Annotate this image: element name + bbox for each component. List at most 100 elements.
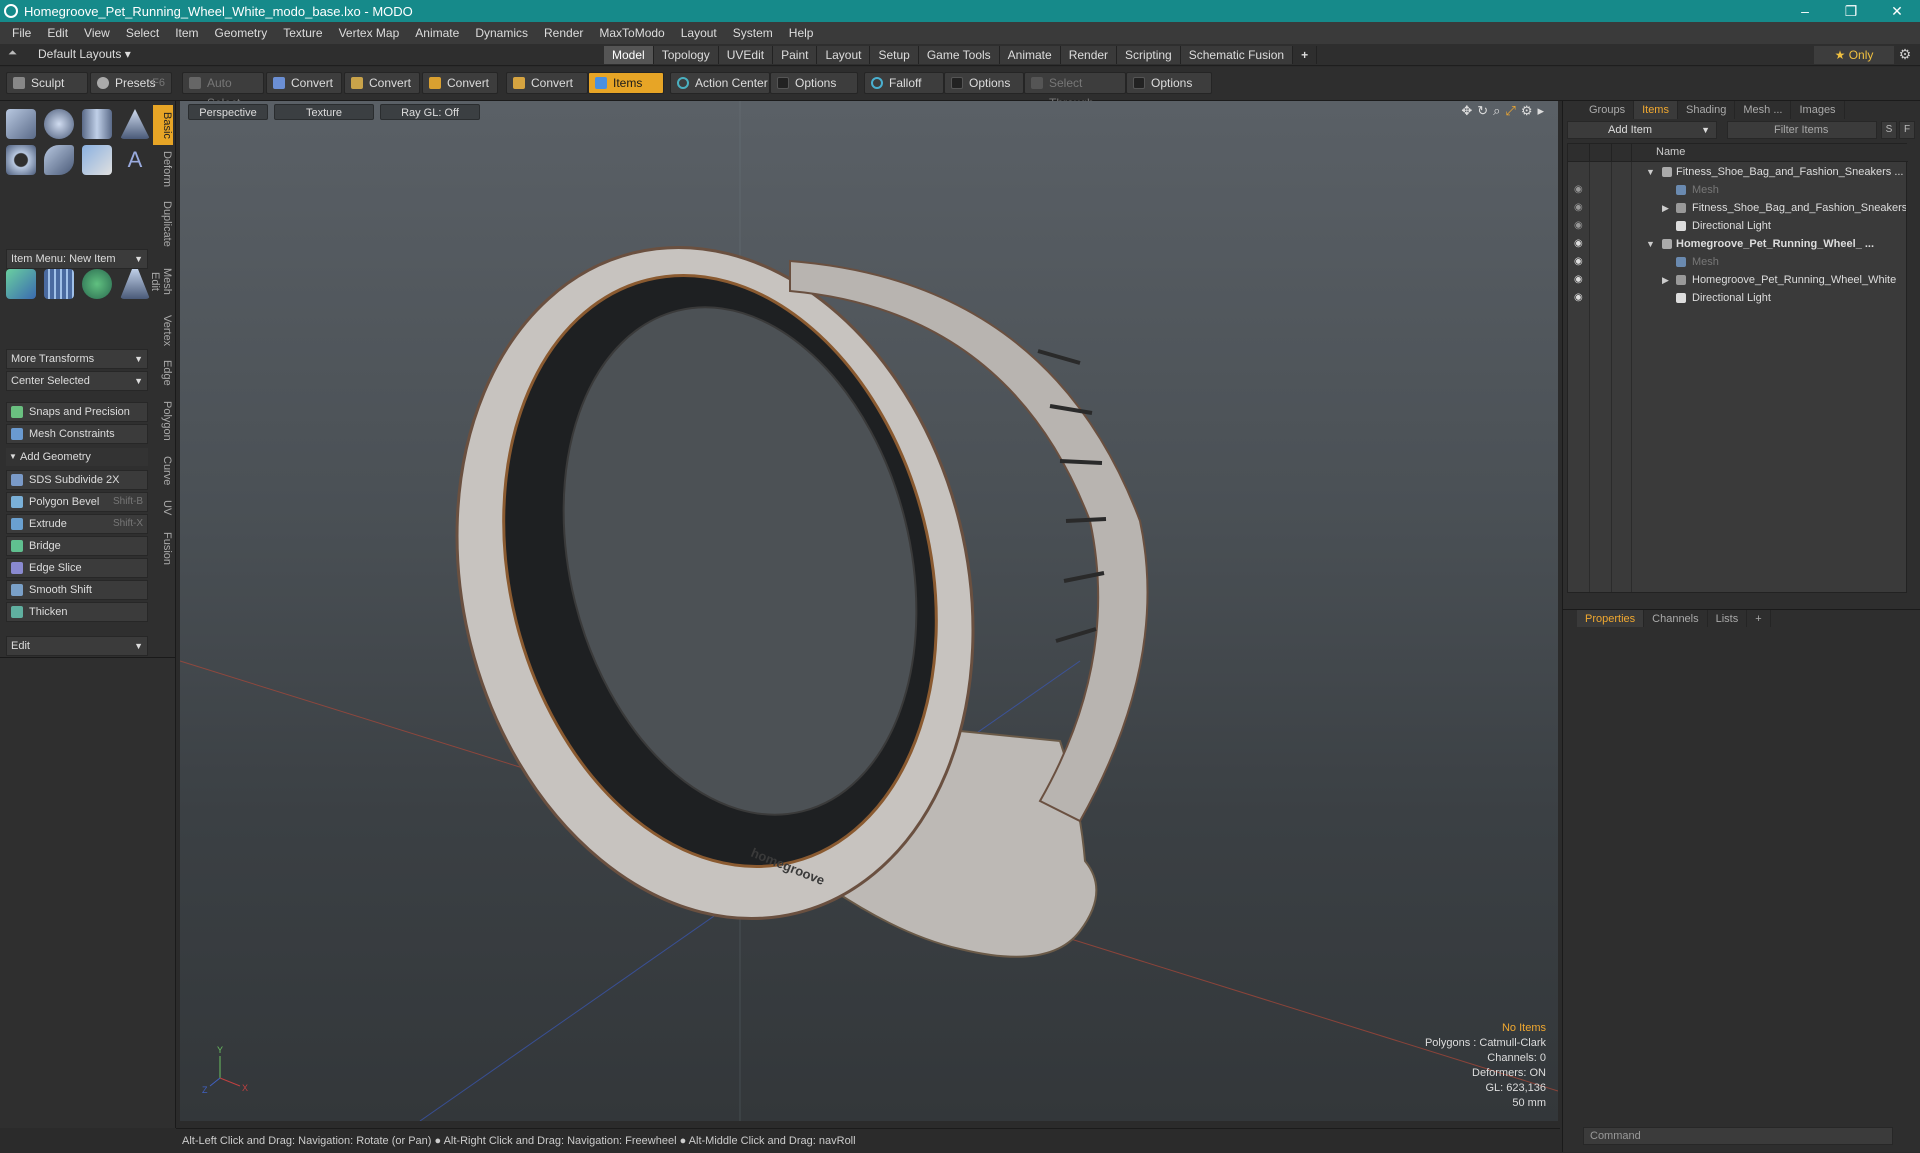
- menu-render[interactable]: Render: [536, 26, 591, 40]
- tab-lists[interactable]: Lists: [1708, 610, 1748, 627]
- eye-icon[interactable]: ◉: [1574, 289, 1588, 307]
- locator-icon[interactable]: [6, 269, 36, 299]
- menu-help[interactable]: Help: [781, 26, 822, 40]
- tab-layout[interactable]: Layout: [817, 46, 871, 64]
- tab-topology[interactable]: Topology: [653, 46, 719, 64]
- 3d-viewport[interactable]: homegroove Y X Z Perspective Texture Ray…: [180, 101, 1558, 1121]
- add-geometry-section[interactable]: ▼ Add Geometry: [6, 448, 148, 466]
- eye-icon[interactable]: ◉: [1574, 181, 1588, 199]
- tree-row-homegroove-group[interactable]: ◉ ▶ Homegroove_Pet_Running_Wheel_White: [1568, 271, 1906, 289]
- add-tab-button[interactable]: +: [1747, 610, 1771, 627]
- select-through-button[interactable]: Select Through: [1024, 72, 1126, 110]
- menu-edit[interactable]: Edit: [39, 26, 76, 40]
- layout-arrow-icon[interactable]: ⏶: [8, 47, 17, 60]
- sculpt-button[interactable]: Sculpt: [6, 72, 88, 94]
- tree-row-scene-fitness[interactable]: ▼ Fitness_Shoe_Bag_and_Fashion_Sneakers .…: [1568, 163, 1906, 181]
- action-center-button[interactable]: Action Center: [670, 72, 770, 94]
- expand-right-icon[interactable]: ▶: [1662, 271, 1669, 289]
- vtab-mesh-edit[interactable]: Mesh Edit: [149, 257, 173, 305]
- convert-vertex-button[interactable]: Convert: [266, 72, 342, 94]
- options-button-2[interactable]: Options: [944, 72, 1024, 94]
- cone-primitive-icon[interactable]: [120, 109, 150, 139]
- texture-dropdown[interactable]: Texture: [274, 104, 374, 120]
- vtab-polygon[interactable]: Polygon: [153, 397, 173, 445]
- maximize-button[interactable]: ❐: [1828, 3, 1874, 20]
- tab-model[interactable]: Model: [604, 46, 654, 64]
- items-mode-button[interactable]: Items: [588, 72, 664, 94]
- vtab-deform[interactable]: Deform: [153, 149, 173, 189]
- convert-edge-button[interactable]: Convert: [344, 72, 420, 94]
- bridge-button[interactable]: Bridge: [6, 536, 148, 556]
- eye-icon[interactable]: ◉: [1574, 271, 1588, 289]
- raygl-dropdown[interactable]: Ray GL: Off: [380, 104, 480, 120]
- eye-icon[interactable]: ◉: [1574, 253, 1588, 271]
- tree-row-mesh[interactable]: ◉ Mesh: [1568, 181, 1906, 199]
- tree-row-fitness-group[interactable]: ◉ ▶ Fitness_Shoe_Bag_and_Fashion_Sneakers: [1568, 199, 1906, 217]
- close-button[interactable]: ✕: [1874, 3, 1920, 20]
- s-toggle-button[interactable]: S: [1881, 121, 1897, 139]
- rotate-icon[interactable]: ↻: [1477, 103, 1488, 119]
- cube-primitive-icon[interactable]: [6, 109, 36, 139]
- viewport-settings-icon[interactable]: ⚙: [1521, 103, 1533, 119]
- menu-geometry[interactable]: Geometry: [207, 26, 276, 40]
- extrude-button[interactable]: Extrude Shift-X: [6, 514, 148, 534]
- auto-select-button[interactable]: Auto Select: [182, 72, 264, 110]
- eye-icon[interactable]: ◉: [1574, 217, 1588, 235]
- tree-row-mesh[interactable]: ◉ Mesh: [1568, 253, 1906, 271]
- expand-right-icon[interactable]: ▶: [1662, 199, 1669, 217]
- capsule-primitive-icon[interactable]: [44, 145, 74, 175]
- tab-render[interactable]: Render: [1060, 46, 1118, 64]
- vtab-curve[interactable]: Curve: [153, 453, 173, 489]
- name-column-header[interactable]: Name: [1656, 146, 1685, 158]
- tab-properties[interactable]: Properties: [1577, 610, 1645, 627]
- snaps-precision-button[interactable]: Snaps and Precision: [6, 402, 148, 422]
- menu-maxtomodo[interactable]: MaxToModo: [591, 26, 672, 40]
- menu-texture[interactable]: Texture: [275, 26, 330, 40]
- tree-row-light[interactable]: ◉ Directional Light: [1568, 289, 1906, 307]
- grid-icon[interactable]: [44, 269, 74, 299]
- tab-setup[interactable]: Setup: [870, 46, 919, 64]
- tab-paint[interactable]: Paint: [773, 46, 818, 64]
- center-selected-dropdown[interactable]: Center Selected ▼: [6, 371, 148, 391]
- add-tab-button[interactable]: +: [1293, 46, 1318, 64]
- mesh-constraints-button[interactable]: Mesh Constraints: [6, 424, 148, 444]
- command-input[interactable]: Command: [1583, 1127, 1893, 1145]
- torus-primitive-icon[interactable]: [6, 145, 36, 175]
- tree-row-scene-homegroove[interactable]: ◉ ▼ Homegroove_Pet_Running_Wheel_ ...: [1568, 235, 1906, 253]
- pan-icon[interactable]: ✥: [1461, 103, 1472, 119]
- render-column[interactable]: [1612, 144, 1632, 162]
- tab-images[interactable]: Images: [1791, 101, 1845, 119]
- falloff-button[interactable]: Falloff: [864, 72, 944, 94]
- menu-view[interactable]: View: [76, 26, 118, 40]
- more-transforms-dropdown[interactable]: More Transforms ▼: [6, 349, 148, 369]
- tab-groups[interactable]: Groups: [1581, 101, 1635, 119]
- eye-icon[interactable]: ◉: [1574, 235, 1588, 253]
- visibility-column[interactable]: [1568, 144, 1590, 162]
- menu-select[interactable]: Select: [118, 26, 167, 40]
- tab-mesh[interactable]: Mesh ...: [1735, 101, 1792, 119]
- tab-uvedit[interactable]: UVEdit: [718, 46, 774, 64]
- vtab-edge[interactable]: Edge: [153, 357, 173, 389]
- text-tool-icon[interactable]: A: [120, 145, 150, 175]
- edit-dropdown[interactable]: Edit ▼: [6, 636, 148, 656]
- vtab-duplicate[interactable]: Duplicate: [153, 197, 173, 251]
- pen-tool-icon[interactable]: [82, 145, 112, 175]
- smooth-shift-button[interactable]: Smooth Shift: [6, 580, 148, 600]
- polygon-bevel-button[interactable]: Polygon Bevel Shift-B: [6, 492, 148, 512]
- globe-icon[interactable]: [82, 269, 112, 299]
- menu-vertex-map[interactable]: Vertex Map: [331, 26, 408, 40]
- tab-shading[interactable]: Shading: [1678, 101, 1736, 119]
- vtab-fusion[interactable]: Fusion: [153, 529, 173, 569]
- fit-icon[interactable]: ⤢: [1505, 103, 1515, 119]
- add-item-dropdown[interactable]: Add Item ▼: [1567, 121, 1717, 139]
- expand-down-icon[interactable]: ▼: [1646, 163, 1655, 181]
- sphere-primitive-icon[interactable]: [44, 109, 74, 139]
- tab-animate[interactable]: Animate: [999, 46, 1061, 64]
- menu-layout[interactable]: Layout: [673, 26, 725, 40]
- tab-scripting[interactable]: Scripting: [1117, 46, 1181, 64]
- tree-row-light[interactable]: ◉ Directional Light: [1568, 217, 1906, 235]
- thicken-button[interactable]: Thicken: [6, 602, 148, 622]
- cylinder-primitive-icon[interactable]: [82, 109, 112, 139]
- pyramid-icon[interactable]: [120, 269, 150, 299]
- options-button-1[interactable]: Options: [770, 72, 858, 94]
